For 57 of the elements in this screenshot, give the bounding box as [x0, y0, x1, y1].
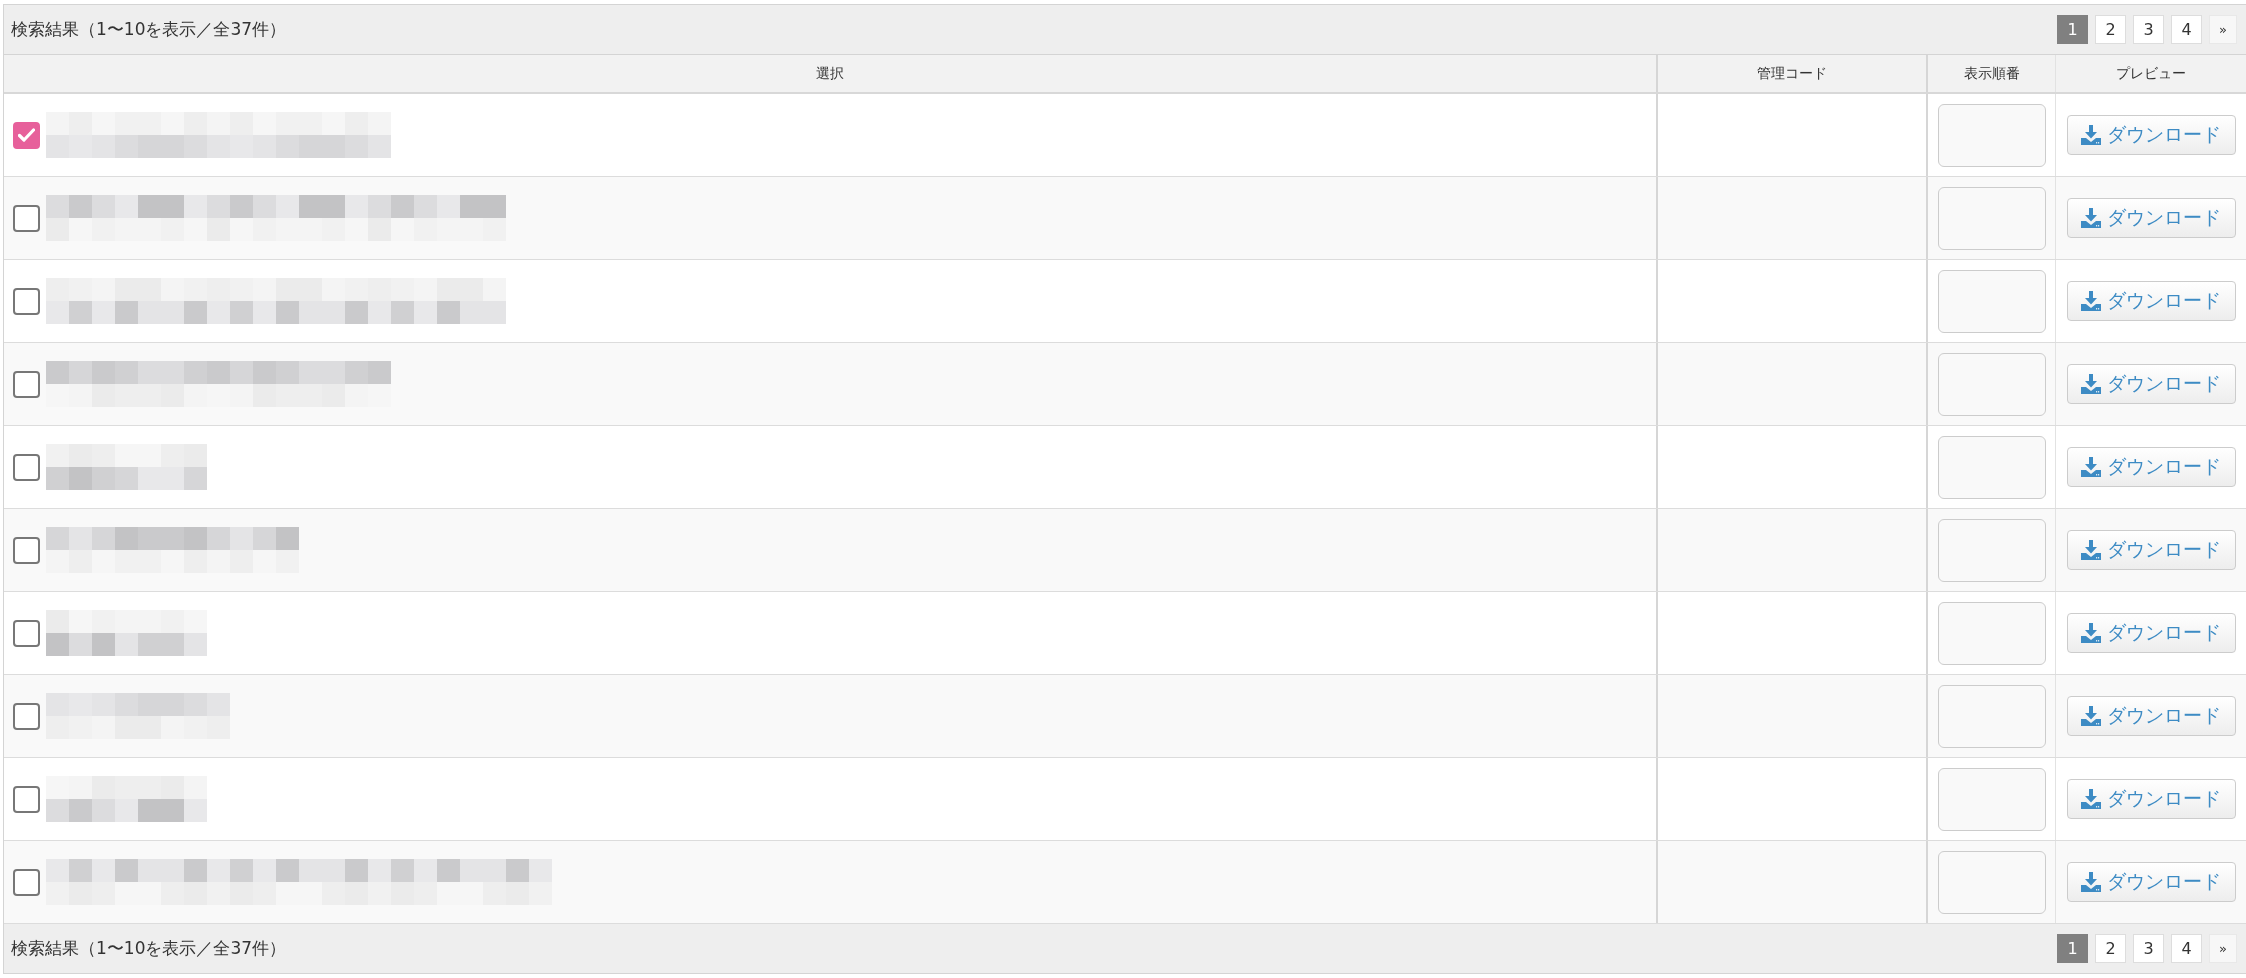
order-input-field[interactable]: [1937, 269, 2046, 333]
download-icon: [2081, 789, 2101, 809]
page-button[interactable]: 3: [2133, 15, 2164, 44]
checkbox[interactable]: [13, 536, 40, 564]
order-input-field[interactable]: [1937, 103, 2046, 167]
column-header: 表示順番: [1963, 64, 2020, 83]
checkbox[interactable]: [13, 121, 40, 149]
checkbox[interactable]: [13, 702, 40, 730]
download-button[interactable]: ダウンロード: [2066, 281, 2236, 321]
download-icon: [2081, 623, 2101, 643]
column-header: プレビュー: [2116, 64, 2186, 83]
download-icon: [2081, 208, 2101, 228]
checkbox[interactable]: [13, 287, 40, 315]
order-input-field[interactable]: [1937, 352, 2046, 416]
checkbox[interactable]: [13, 453, 40, 481]
page-button[interactable]: 4: [2171, 15, 2202, 44]
page-button[interactable]: 4: [2171, 934, 2202, 963]
order-input-field[interactable]: [1937, 850, 2046, 914]
page-button[interactable]: 1: [2057, 15, 2088, 44]
download-button[interactable]: ダウンロード: [2066, 613, 2236, 653]
download-button[interactable]: ダウンロード: [2066, 530, 2236, 570]
order-input-field[interactable]: [1937, 435, 2046, 499]
checkbox[interactable]: [13, 370, 40, 398]
order-input-field[interactable]: [1937, 767, 2046, 831]
download-icon: [2081, 872, 2101, 892]
checkbox[interactable]: [13, 619, 40, 647]
download-icon: [2081, 540, 2101, 560]
column-header: 管理コード: [1757, 64, 1827, 83]
order-input-field[interactable]: [1937, 601, 2046, 665]
page-button[interactable]: 2: [2095, 15, 2126, 44]
result-summary: 検索結果（1〜10を表示／全37件）: [11, 937, 287, 960]
next-page-button[interactable]: »: [2209, 15, 2237, 44]
column-header: 選択: [816, 64, 844, 83]
next-page-button[interactable]: »: [2209, 934, 2237, 963]
order-input-field[interactable]: [1937, 684, 2046, 748]
checkbox[interactable]: [13, 204, 40, 232]
download-icon: [2081, 457, 2101, 477]
download-icon: [2081, 125, 2101, 145]
download-icon: [2081, 291, 2101, 311]
order-input-field[interactable]: [1937, 186, 2046, 250]
download-button[interactable]: ダウンロード: [2066, 115, 2236, 155]
checkbox[interactable]: [13, 785, 40, 813]
checkbox[interactable]: [13, 868, 40, 896]
download-icon: [2081, 706, 2101, 726]
order-input-field[interactable]: [1937, 518, 2046, 582]
page-button[interactable]: 1: [2057, 934, 2088, 963]
page-button[interactable]: 2: [2095, 934, 2126, 963]
checkmark-icon: [18, 128, 35, 142]
download-button[interactable]: ダウンロード: [2066, 447, 2236, 487]
download-button[interactable]: ダウンロード: [2066, 198, 2236, 238]
download-icon: [2081, 374, 2101, 394]
download-button[interactable]: ダウンロード: [2066, 862, 2236, 902]
page-button[interactable]: 3: [2133, 934, 2164, 963]
result-summary: 検索結果（1〜10を表示／全37件）: [11, 18, 287, 41]
download-button[interactable]: ダウンロード: [2066, 696, 2236, 736]
download-button[interactable]: ダウンロード: [2066, 779, 2236, 819]
download-button[interactable]: ダウンロード: [2066, 364, 2236, 404]
